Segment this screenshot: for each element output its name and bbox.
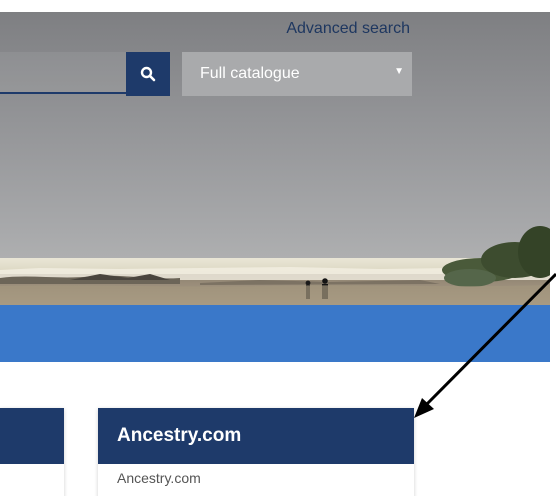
advanced-search-link[interactable]: Advanced search [286, 20, 410, 38]
search-input[interactable] [0, 52, 126, 94]
page: Advanced search Full catalogue ▼ Ancestr… [0, 0, 556, 496]
ancestry-card[interactable]: Ancestry.com Ancestry.com [98, 408, 414, 496]
ancestry-card-link[interactable]: Ancestry.com [98, 464, 414, 486]
search-button[interactable] [126, 52, 170, 96]
search-icon [140, 66, 156, 82]
resource-card-header [0, 408, 64, 464]
right-border [550, 0, 556, 362]
chevron-down-icon: ▼ [394, 66, 404, 77]
ancestry-card-title: Ancestry.com [98, 408, 414, 464]
catalogue-select-value: Full catalogue [200, 65, 300, 82]
top-border [0, 0, 556, 12]
resource-card[interactable] [0, 408, 64, 496]
blue-banner [0, 305, 550, 362]
catalogue-select[interactable]: Full catalogue ▼ [182, 52, 412, 96]
